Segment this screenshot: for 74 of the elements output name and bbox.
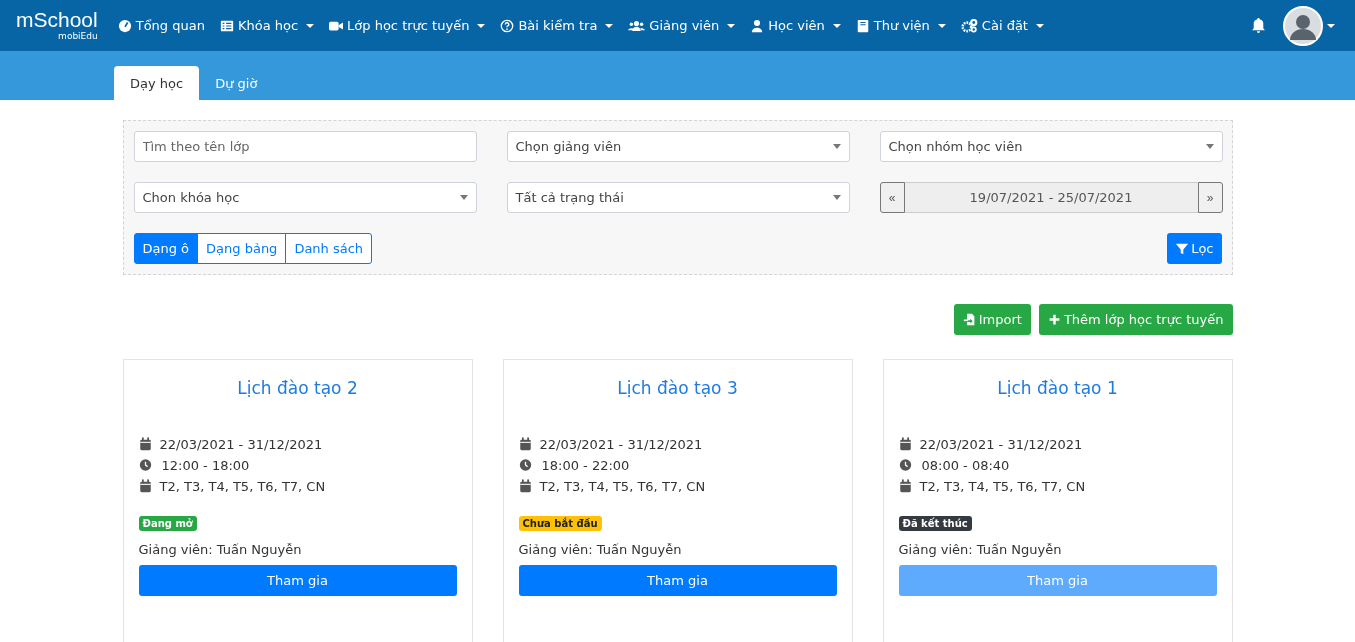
notification-bell-icon[interactable]: [1250, 17, 1267, 34]
calendar-icon: [898, 437, 912, 451]
caret-icon: [937, 23, 946, 28]
view-toggle-button[interactable]: Danh sách: [285, 233, 373, 264]
previous-week-button[interactable]: «: [879, 182, 905, 213]
filter-button[interactable]: Lọc: [1167, 233, 1222, 264]
view-toggle-button[interactable]: Dạng ô: [133, 233, 199, 264]
question-circle-icon: [500, 18, 515, 33]
dropdown-field[interactable]: Tất cả trạng thái: [506, 182, 850, 213]
user-avatar[interactable]: [1283, 5, 1323, 46]
caret-icon: [605, 23, 614, 28]
search-field[interactable]: Tìm theo tên lớp: [133, 131, 477, 162]
tab[interactable]: Dự giờ: [199, 66, 274, 100]
gauge-icon: [117, 18, 132, 33]
caret-icon[interactable]: [1327, 23, 1335, 28]
nav-menu-item[interactable]: Khóa học: [219, 18, 315, 33]
date-range-text: 22/03/2021 - 31/12/2021: [919, 436, 1083, 452]
join-button[interactable]: Tham gia: [518, 565, 837, 596]
teacher-text: Giảng viên: Tuấn Nguyễn: [138, 542, 303, 557]
calendar-icon: [138, 479, 152, 493]
weekdays-text: T2, T3, T4, T5, T6, T7, CN: [539, 478, 706, 494]
nav-menu-item[interactable]: Tổng quan: [117, 18, 205, 33]
teacher-text: Giảng viên: Tuấn Nguyễn: [898, 542, 1063, 557]
calendar-icon: [898, 479, 912, 493]
nav-menu-item[interactable]: Bài kiểm tra: [500, 18, 614, 33]
nav-menu-item[interactable]: Lớp học trực tuyến: [329, 18, 486, 33]
dropdown-field[interactable]: Chọn nhóm học viên: [879, 131, 1223, 162]
time-text: 08:00 - 08:40: [921, 457, 1010, 473]
nav-menu-item[interactable]: Thư viện: [855, 18, 946, 33]
book-icon: [855, 18, 870, 33]
calendar-icon: [518, 437, 532, 451]
dropdown-field[interactable]: Chọn giảng viên: [506, 131, 850, 162]
users-icon: [628, 18, 646, 33]
clock-icon: [138, 458, 152, 472]
status-badge: Chưa bắt đầu: [518, 516, 602, 531]
caret-icon: [306, 23, 315, 28]
list-icon: [219, 18, 234, 33]
status-badge: Đã kết thúc: [898, 516, 972, 531]
time-text: 12:00 - 18:00: [161, 457, 250, 473]
weekdays-text: T2, T3, T4, T5, T6, T7, CN: [919, 478, 1086, 494]
teacher-text: Giảng viên: Tuấn Nguyễn: [518, 542, 683, 557]
join-button[interactable]: Tham gia: [138, 565, 457, 596]
tab[interactable]: Dạy học: [114, 66, 200, 100]
status-badge: Đang mở: [138, 516, 197, 531]
date-range-text: 22/03/2021 - 31/12/2021: [539, 436, 703, 452]
class-title[interactable]: Lịch đào tạo 3: [518, 378, 837, 398]
action-button[interactable]: Import: [953, 304, 1031, 335]
class-title[interactable]: Lịch đào tạo 2: [138, 378, 457, 398]
file-import-icon: [962, 313, 976, 326]
next-week-button[interactable]: »: [1197, 182, 1223, 213]
calendar-icon: [518, 479, 532, 493]
nav-menu-item[interactable]: Cài đặt: [960, 18, 1044, 33]
clock-icon: [518, 458, 532, 472]
caret-icon: [832, 23, 841, 28]
filter-icon: [1175, 241, 1190, 256]
view-toggle-button[interactable]: Dạng bảng: [197, 233, 287, 264]
brand-logo[interactable]: mSchool mobiEdu: [16, 9, 98, 42]
caret-icon: [1035, 23, 1044, 28]
calendar-icon: [138, 437, 152, 451]
clock-icon: [898, 458, 912, 472]
nav-menu-item[interactable]: Giảng viên: [628, 18, 736, 33]
nav-menu-item[interactable]: Học viên: [750, 18, 841, 33]
user-icon: [750, 18, 765, 33]
plus-icon: [1047, 313, 1061, 326]
date-range-field[interactable]: 19/07/2021 - 25/07/2021: [904, 182, 1198, 213]
dropdown-field[interactable]: Chon khóa học: [133, 182, 477, 213]
caret-icon: [477, 23, 486, 28]
action-button[interactable]: Thêm lớp học trực tuyến: [1038, 304, 1233, 335]
settings-icon: [960, 18, 978, 33]
weekdays-text: T2, T3, T4, T5, T6, T7, CN: [159, 478, 326, 494]
time-text: 18:00 - 22:00: [541, 457, 630, 473]
class-title[interactable]: Lịch đào tạo 1: [898, 378, 1217, 398]
caret-icon: [727, 23, 736, 28]
date-range-text: 22/03/2021 - 31/12/2021: [159, 436, 323, 452]
